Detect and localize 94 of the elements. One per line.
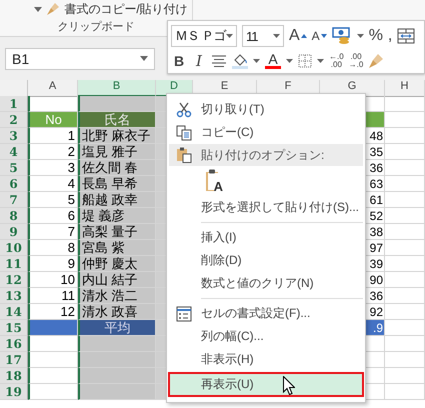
percent-button[interactable]: % <box>368 26 383 46</box>
table-cell <box>385 240 425 256</box>
row-header[interactable]: 11 <box>0 256 28 272</box>
font-size-field[interactable]: 11 <box>242 25 284 47</box>
dropdown-caret-icon[interactable] <box>253 59 260 63</box>
brush-icon <box>46 2 60 16</box>
table-cell: 平均 <box>78 320 156 336</box>
table-cell: 船越 政幸 <box>78 192 156 208</box>
row-header[interactable]: 12 <box>0 272 28 288</box>
row-header[interactable]: 9 <box>0 224 28 240</box>
table-cell: 長島 早希 <box>78 176 156 192</box>
row-header[interactable]: 13 <box>0 288 28 304</box>
table-cell: 佐久間 春 <box>78 160 156 176</box>
format-painter-button[interactable]: 書式のコピー/貼り付け <box>46 0 188 18</box>
table-cell <box>385 128 425 144</box>
row-header[interactable]: 15 <box>0 320 28 336</box>
mouse-pointer-icon <box>283 376 295 395</box>
table-cell: 清水 浩二 <box>78 288 156 304</box>
grow-font-button[interactable]: A <box>289 26 307 46</box>
increase-decimal-button[interactable]: ←.0 .00 <box>329 53 344 69</box>
decrease-decimal-button[interactable]: .00 →.0 <box>348 53 364 69</box>
table-cell: 清水 政喜 <box>78 304 156 320</box>
table-cell <box>385 304 425 320</box>
paste-option-button[interactable]: A <box>201 168 223 194</box>
row-header[interactable]: 8 <box>0 208 28 224</box>
row-header[interactable]: 10 <box>0 240 28 256</box>
money-icon[interactable] <box>332 27 352 45</box>
table-cell <box>385 144 425 160</box>
row-header[interactable]: 14 <box>0 304 28 320</box>
font-color-button[interactable]: A <box>265 51 281 71</box>
format-cells-icon <box>176 306 192 322</box>
table-cell <box>385 272 425 288</box>
column-header[interactable]: A <box>28 80 78 97</box>
copy-icon <box>176 124 192 140</box>
table-cell <box>385 96 425 112</box>
table-cell: 宮島 紫 <box>78 240 156 256</box>
row-header[interactable]: 17 <box>0 352 28 368</box>
name-box[interactable]: B1 <box>5 48 155 70</box>
menu-item[interactable]: 非表示(H) <box>169 348 363 371</box>
shrink-font-button[interactable]: A <box>312 26 327 46</box>
table-cell <box>385 176 425 192</box>
table-cell: 内山 結子 <box>78 272 156 288</box>
align-center-icon[interactable] <box>211 55 227 67</box>
row-header[interactable]: 18 <box>0 368 28 384</box>
clipboard-icon <box>176 147 192 163</box>
table-cell <box>385 336 425 352</box>
borders-icon[interactable] <box>298 54 312 68</box>
table-cell <box>385 192 425 208</box>
font-name-field[interactable]: ＭＳ Ｐゴ <box>171 25 237 47</box>
table-cell <box>385 208 425 224</box>
menu-item[interactable]: 再表示(U) <box>169 373 363 396</box>
table-cell <box>385 352 425 368</box>
italic-button[interactable]: I <box>192 51 206 71</box>
row-header[interactable]: 5 <box>0 160 28 176</box>
row-header[interactable]: 4 <box>0 144 28 160</box>
table-cell <box>28 320 78 336</box>
table-cell <box>385 384 425 400</box>
table-cell: 仲野 慶太 <box>78 256 156 272</box>
up-triangle-icon <box>300 34 307 38</box>
table-cell <box>385 112 425 128</box>
group-label: クリップボード <box>58 20 134 34</box>
menu-item[interactable]: 切り取り(T) <box>169 98 363 121</box>
row-header[interactable]: 2 <box>0 112 28 128</box>
table-cell: 北野 麻衣子 <box>78 128 156 144</box>
table-cell <box>385 288 425 304</box>
table-cell: 高梨 量子 <box>78 224 156 240</box>
table-cell <box>385 160 425 176</box>
table-cell <box>385 320 425 336</box>
row-header[interactable]: 16 <box>0 336 28 352</box>
table-cell <box>385 368 425 384</box>
bold-button[interactable]: B <box>171 51 187 71</box>
comma-button[interactable]: , <box>388 26 392 46</box>
menu-heading: 貼り付けのオプション: <box>169 144 363 166</box>
row-header[interactable]: 19 <box>0 384 28 400</box>
table-cell: 氏名 <box>78 112 156 128</box>
scissors-icon <box>176 102 192 118</box>
column-header[interactable]: B <box>78 80 156 97</box>
table-cell <box>385 256 425 272</box>
table-cell: No <box>28 112 78 128</box>
table-cell: 堤 義彦 <box>78 208 156 224</box>
row-header[interactable]: 6 <box>0 176 28 192</box>
dropdown-caret-icon[interactable] <box>286 59 293 63</box>
dropdown-caret-icon[interactable] <box>317 59 324 63</box>
table-cell: 塩見 雅子 <box>78 144 156 160</box>
row-header[interactable]: 7 <box>0 192 28 208</box>
row-header[interactable]: 3 <box>0 128 28 144</box>
dropdown-caret-icon[interactable] <box>140 56 148 61</box>
paint-bucket-icon[interactable] <box>232 53 248 69</box>
column-header[interactable]: H <box>385 80 425 97</box>
table-icon[interactable] <box>397 28 416 44</box>
table-cell <box>385 224 425 240</box>
down-triangle-icon <box>320 34 327 38</box>
row-header[interactable]: 1 <box>0 96 28 112</box>
dropdown-caret-icon[interactable] <box>34 6 42 12</box>
